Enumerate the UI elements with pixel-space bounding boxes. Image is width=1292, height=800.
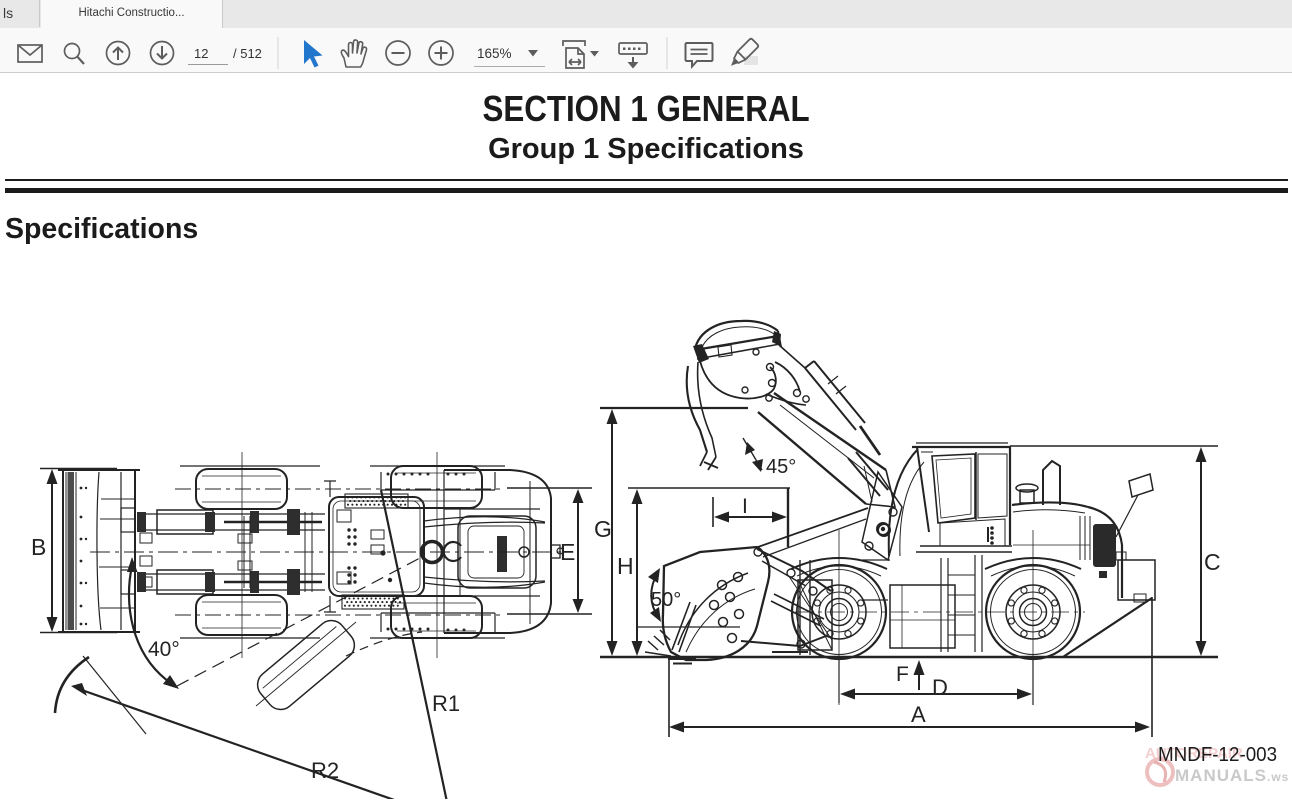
svg-text:R2: R2 bbox=[311, 758, 339, 783]
svg-text:E: E bbox=[560, 539, 575, 565]
svg-text:40°: 40° bbox=[148, 638, 180, 661]
svg-text:H: H bbox=[617, 553, 634, 579]
svg-text:G: G bbox=[594, 516, 612, 542]
svg-text:R1: R1 bbox=[432, 691, 460, 716]
svg-text:D: D bbox=[932, 675, 948, 700]
svg-text:I: I bbox=[742, 495, 748, 518]
svg-text:A: A bbox=[911, 702, 926, 727]
svg-text:45°: 45° bbox=[766, 456, 796, 478]
svg-text:B: B bbox=[31, 534, 46, 560]
svg-text:C: C bbox=[1204, 549, 1221, 575]
svg-text:F: F bbox=[896, 663, 909, 686]
svg-text:50°: 50° bbox=[651, 589, 681, 611]
